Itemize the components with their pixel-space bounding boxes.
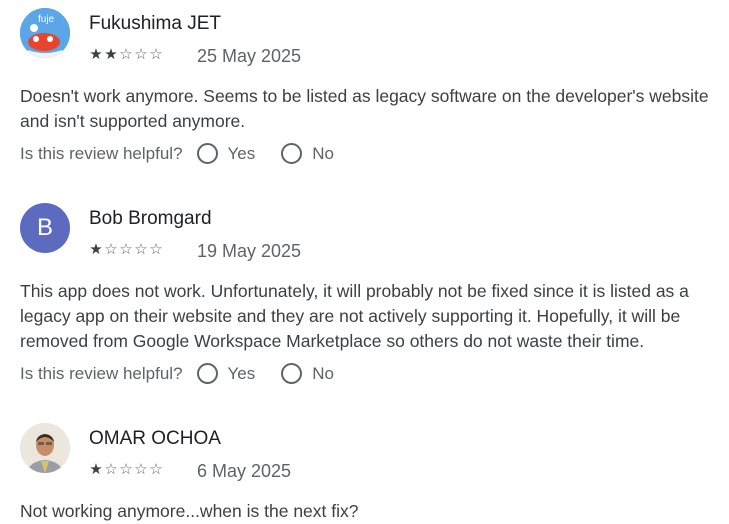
star-filled-icon: ★ xyxy=(89,461,104,478)
star-empty-icon: ☆ xyxy=(149,241,164,258)
avatar-logo-text: fuje xyxy=(38,14,55,25)
helpful-no-option[interactable]: No xyxy=(281,143,334,164)
star-rating: ★☆☆☆☆ xyxy=(89,460,164,478)
star-filled-icon: ★ xyxy=(89,241,104,258)
helpful-yes-label: Yes xyxy=(227,143,256,163)
star-empty-icon: ☆ xyxy=(149,461,164,478)
helpful-yes-label: Yes xyxy=(227,363,256,383)
radio-icon[interactable] xyxy=(196,143,218,164)
star-filled-icon: ★ xyxy=(104,46,119,63)
helpful-prompt-row: Is this review helpful? Yes No xyxy=(20,143,334,164)
helpful-yes-option[interactable]: Yes xyxy=(196,363,256,384)
review-date: 19 May 2025 xyxy=(197,241,302,261)
radio-icon[interactable] xyxy=(281,143,303,164)
avatar-photo-icon xyxy=(20,423,70,473)
avatar[interactable] xyxy=(20,423,70,473)
avatar-letter: B xyxy=(36,214,53,241)
star-rating: ★☆☆☆☆ xyxy=(89,240,164,258)
helpful-no-label: No xyxy=(312,143,334,163)
review-text: This app does not work. Unfortunately, i… xyxy=(20,281,689,351)
star-empty-icon: ☆ xyxy=(134,461,149,478)
star-empty-icon: ☆ xyxy=(104,241,119,258)
review-date: 25 May 2025 xyxy=(197,46,302,66)
helpful-prompt-row: Is this review helpful? Yes No xyxy=(20,363,334,384)
avatar[interactable]: B xyxy=(20,203,70,253)
star-empty-icon: ☆ xyxy=(149,46,164,63)
star-empty-icon: ☆ xyxy=(119,241,134,258)
reviewer-name: Fukushima JET xyxy=(89,13,221,34)
helpful-no-option[interactable]: No xyxy=(281,363,334,384)
star-rating: ★★☆☆☆ xyxy=(89,45,164,63)
review-text: Doesn't work anymore. Seems to be listed… xyxy=(20,86,709,131)
radio-icon[interactable] xyxy=(196,363,218,384)
radio-icon[interactable] xyxy=(281,363,303,384)
reviewer-name: Bob Bromgard xyxy=(89,208,212,229)
star-empty-icon: ☆ xyxy=(134,46,149,63)
star-empty-icon: ☆ xyxy=(134,241,149,258)
star-empty-icon: ☆ xyxy=(104,461,119,478)
star-empty-icon: ☆ xyxy=(119,46,134,63)
review-text: Not working anymore...when is the next f… xyxy=(20,501,359,521)
helpful-prompt: Is this review helpful? xyxy=(20,143,183,163)
star-empty-icon: ☆ xyxy=(119,461,134,478)
avatar[interactable]: fuje xyxy=(20,8,70,58)
review-date: 6 May 2025 xyxy=(197,461,292,481)
helpful-yes-option[interactable]: Yes xyxy=(196,143,256,164)
avatar-image-icon: fuje xyxy=(20,8,70,58)
helpful-no-label: No xyxy=(312,363,334,383)
helpful-prompt: Is this review helpful? xyxy=(20,363,183,383)
reviewer-name: OMAR OCHOA xyxy=(89,428,221,449)
star-filled-icon: ★ xyxy=(89,46,104,63)
